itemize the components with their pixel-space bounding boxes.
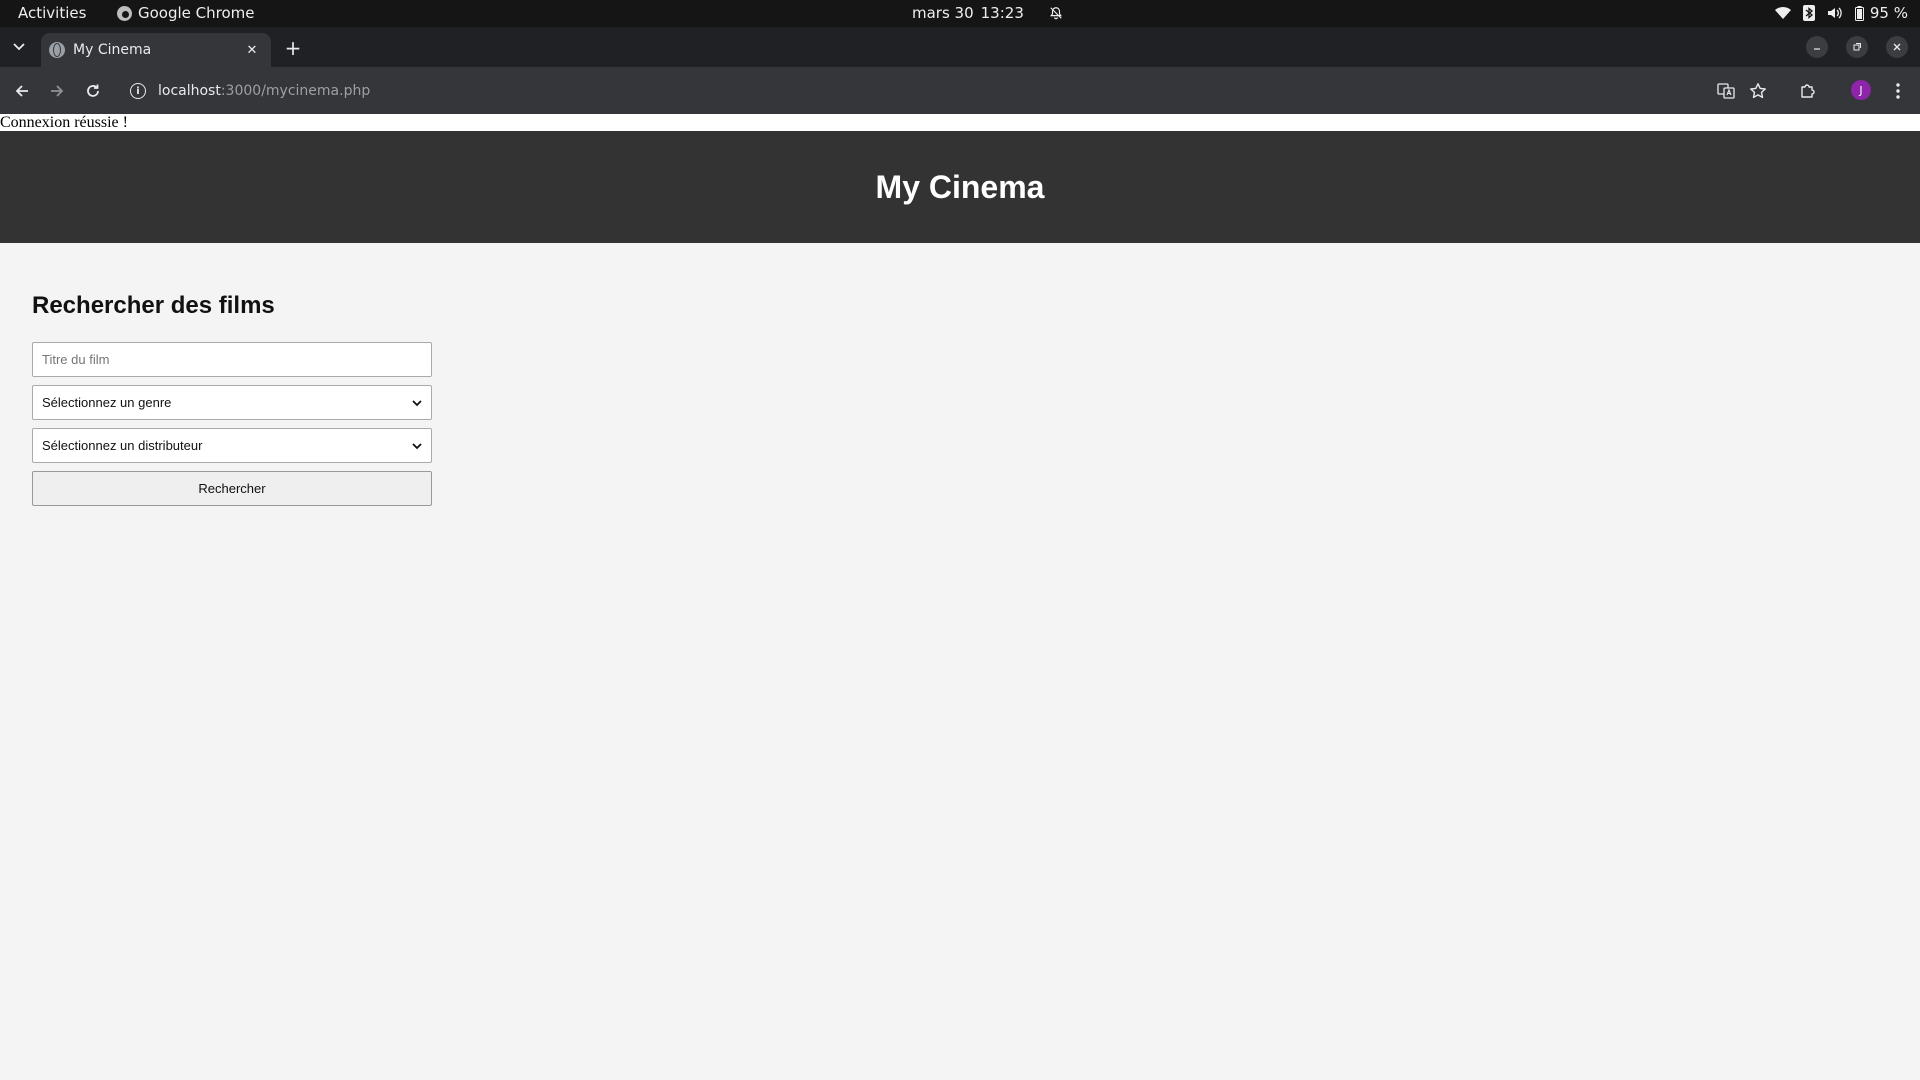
system-top-bar: Activities Google Chrome mars 30 13:23 9… xyxy=(0,0,1920,27)
app-menu[interactable]: Google Chrome xyxy=(117,4,255,22)
clock[interactable]: mars 30 13:23 xyxy=(912,4,1063,22)
site-title: My Cinema xyxy=(875,168,1045,205)
arrow-right-icon xyxy=(51,85,64,97)
minimize-button[interactable] xyxy=(1806,36,1828,58)
tab-my-cinema[interactable]: My Cinema ✕ xyxy=(41,33,271,67)
close-window-button[interactable] xyxy=(1886,36,1908,58)
star-icon xyxy=(1750,83,1766,99)
new-tab-button[interactable]: + xyxy=(282,36,304,60)
battery-icon xyxy=(1854,5,1864,21)
profile-avatar[interactable]: J xyxy=(1851,80,1871,100)
chevron-down-icon xyxy=(412,442,422,449)
reload-button[interactable] xyxy=(81,79,105,103)
globe-icon xyxy=(49,42,65,58)
url-host: localhost xyxy=(158,83,221,99)
extensions-button[interactable] xyxy=(1796,79,1820,103)
site-info-icon[interactable]: i xyxy=(130,83,146,99)
arrow-left-icon xyxy=(15,85,28,97)
tab-search-button[interactable] xyxy=(8,36,30,58)
minimize-icon xyxy=(1814,48,1820,50)
bluetooth-icon xyxy=(1802,5,1815,21)
clock-date: mars 30 xyxy=(912,4,974,22)
notifications-muted-icon xyxy=(1049,7,1062,20)
search-heading: Rechercher des films xyxy=(32,292,275,319)
site-header: My Cinema xyxy=(0,131,1920,243)
bookmark-button[interactable] xyxy=(1746,79,1770,103)
app-name-label: Google Chrome xyxy=(138,4,255,22)
clock-time: 13:23 xyxy=(980,4,1024,22)
activities-button[interactable]: Activities xyxy=(18,4,86,22)
distributor-select-value: Sélectionnez un distributeur xyxy=(42,438,203,453)
translate-button[interactable] xyxy=(1714,79,1738,103)
battery-percent: 95 % xyxy=(1869,4,1908,22)
chrome-menu-button[interactable] xyxy=(1886,79,1910,103)
genre-select[interactable]: Sélectionnez un genre xyxy=(32,385,432,420)
translate-icon xyxy=(1717,83,1735,99)
address-bar[interactable]: i localhost:3000/mycinema.php xyxy=(118,73,1778,109)
wifi-icon xyxy=(1774,6,1791,20)
chevron-down-icon xyxy=(13,43,25,51)
film-title-input[interactable] xyxy=(32,342,432,377)
browser-toolbar: i localhost:3000/mycinema.php xyxy=(0,67,1920,114)
distributor-select[interactable]: Sélectionnez un distributeur xyxy=(32,428,432,463)
restore-icon xyxy=(1853,43,1861,51)
chrome-logo-icon xyxy=(117,5,132,21)
login-status-message: Connexion réussie ! xyxy=(0,114,1920,131)
chevron-down-icon xyxy=(412,399,422,406)
tab-strip: My Cinema ✕ + xyxy=(0,27,1920,67)
close-icon xyxy=(1893,43,1901,51)
more-vert-icon xyxy=(1896,83,1900,99)
volume-icon xyxy=(1827,7,1842,19)
tab-title: My Cinema xyxy=(73,42,152,58)
back-button[interactable] xyxy=(10,79,34,103)
tab-close-icon[interactable]: ✕ xyxy=(243,41,261,59)
restore-button[interactable] xyxy=(1846,36,1868,58)
forward-button[interactable] xyxy=(45,79,69,103)
url-path: :3000/mycinema.php xyxy=(220,83,371,99)
search-form: Rechercher des films Sélectionnez un gen… xyxy=(32,292,432,506)
web-page: Connexion réussie ! My Cinema Rechercher… xyxy=(0,114,1920,1080)
genre-select-value: Sélectionnez un genre xyxy=(42,395,172,410)
reload-icon xyxy=(87,84,99,97)
search-submit-button[interactable]: Rechercher xyxy=(32,471,432,506)
system-tray[interactable]: 95 % xyxy=(1774,4,1908,22)
puzzle-icon xyxy=(1801,84,1815,98)
